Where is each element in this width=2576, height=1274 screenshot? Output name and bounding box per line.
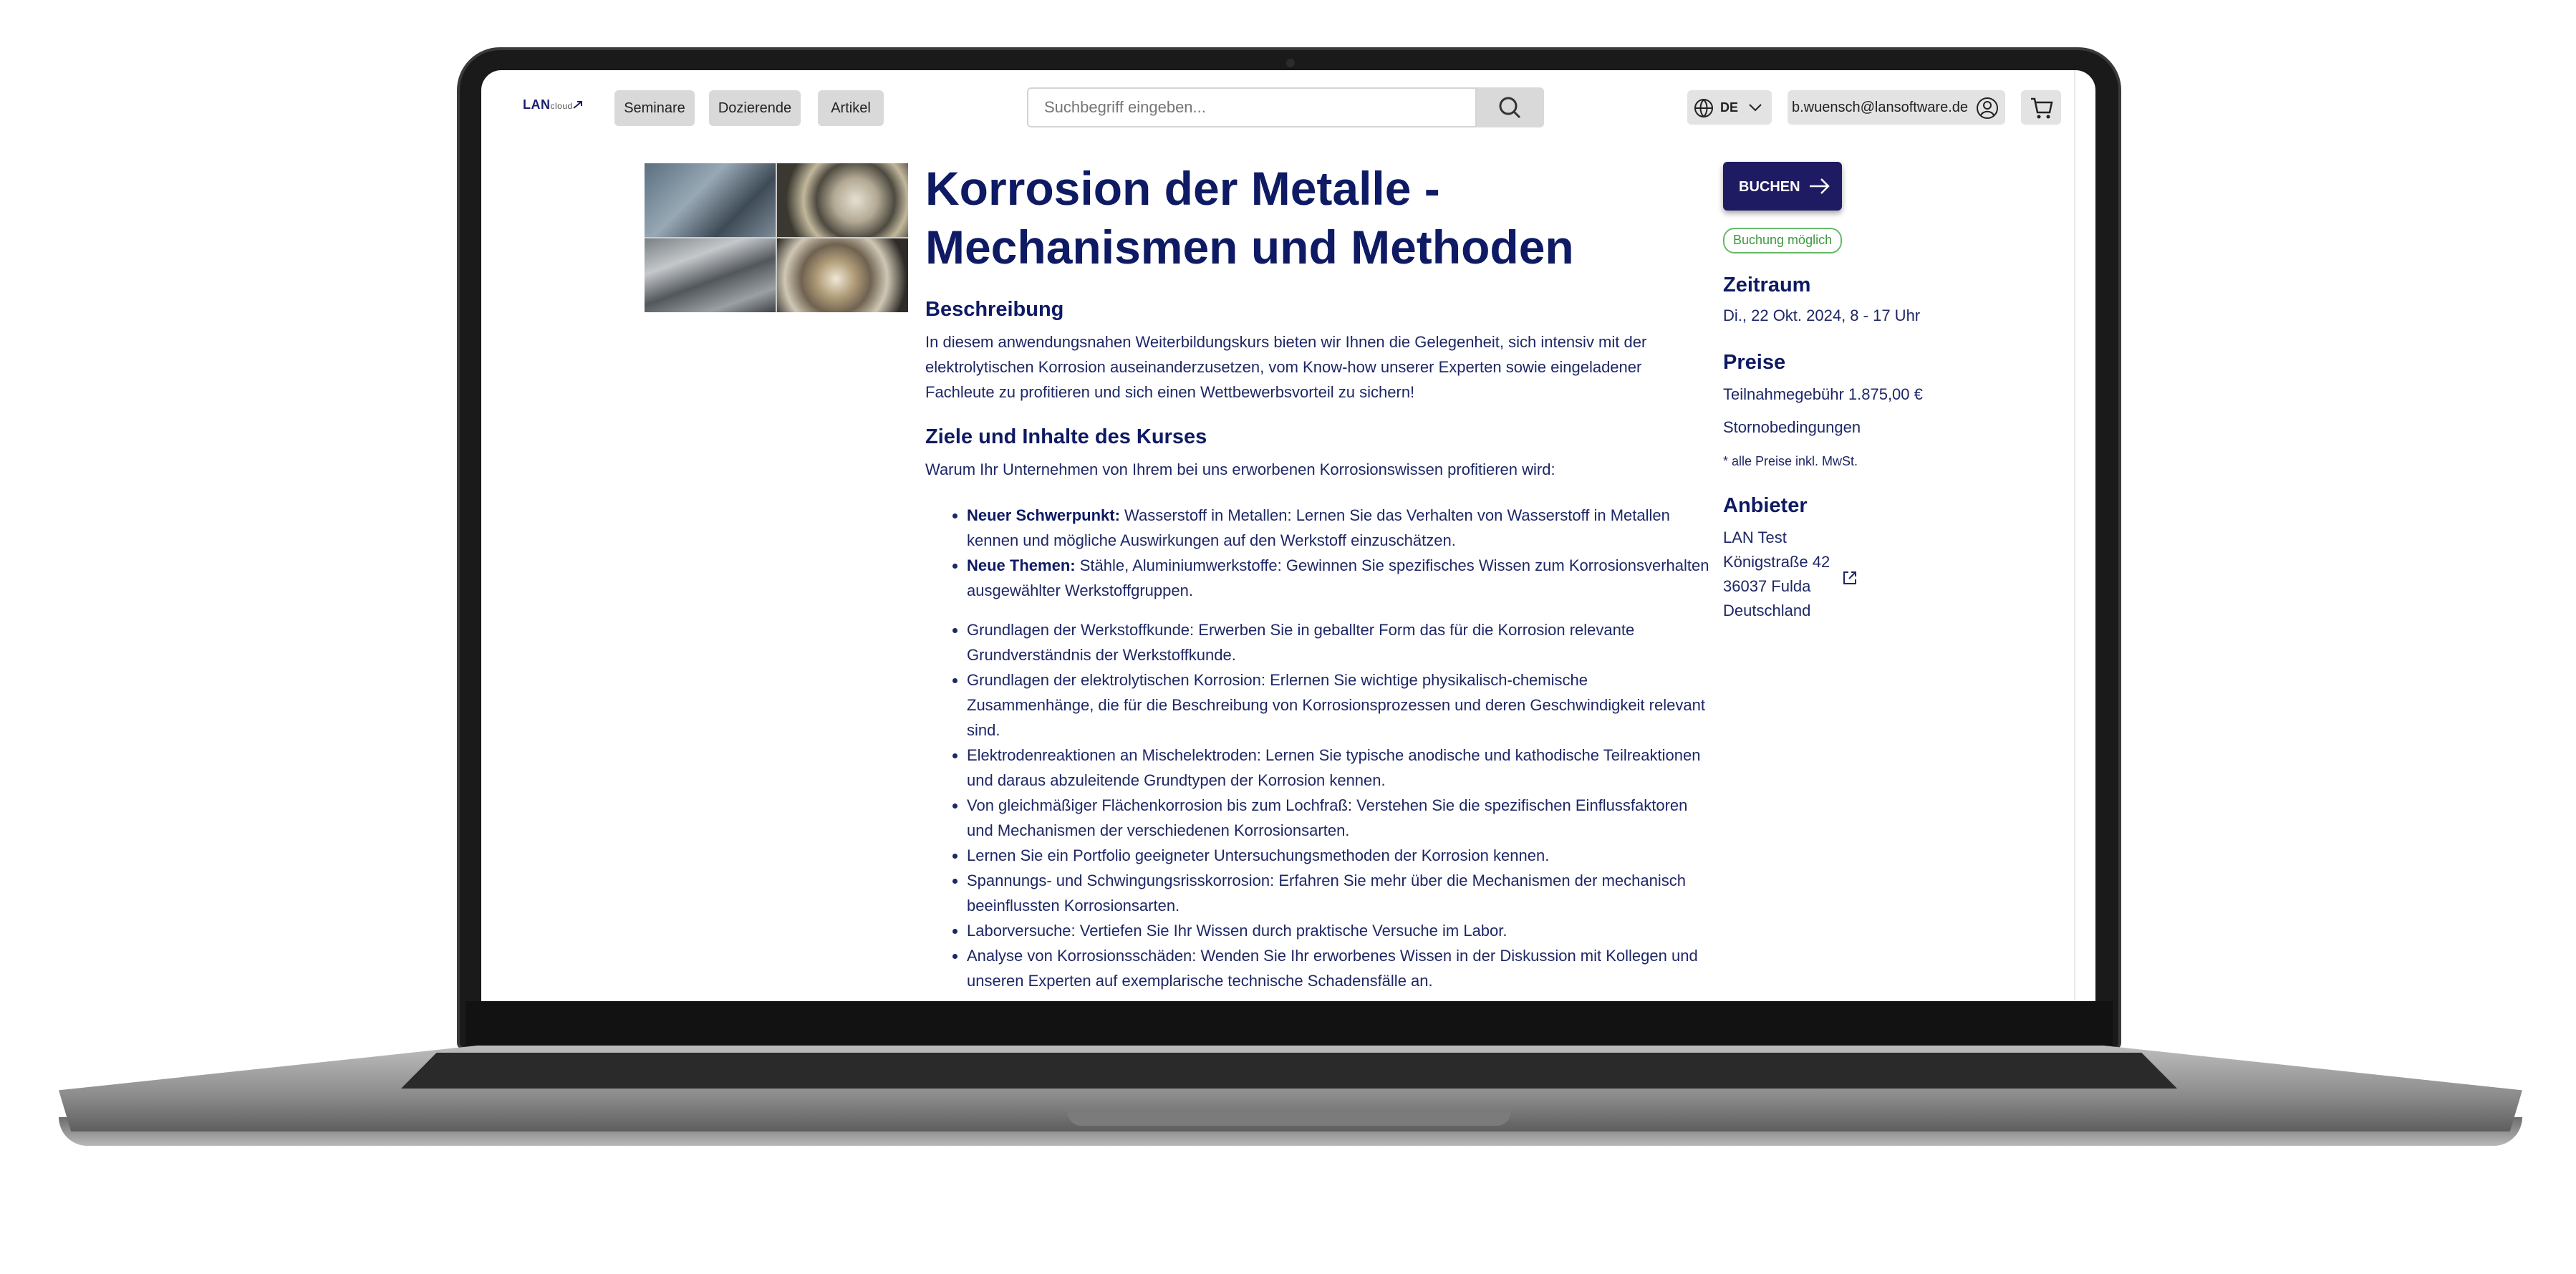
provider-city: 36037 Fulda xyxy=(1723,577,1811,595)
goals-heading: Ziele und Inhalte des Kurses xyxy=(925,425,1207,448)
site-header: LANcloud Seminare Dozierende Artikel DE … xyxy=(481,70,2095,163)
prices-heading: Preise xyxy=(1723,351,1786,374)
status-badge: Buchung möglich xyxy=(1723,228,1843,254)
list-item: Spannungs- und Schwingungsrisskorrosion:… xyxy=(967,868,1712,918)
course-image xyxy=(645,163,908,312)
provider-street: Königstraße 42 xyxy=(1723,553,1830,571)
image-tile-factory xyxy=(645,163,776,237)
book-button-label: BUCHEN xyxy=(1739,179,1800,195)
list-item: Lernen Sie ein Portfolio geeigneter Unte… xyxy=(967,843,1712,868)
cart-button[interactable] xyxy=(2021,90,2061,125)
description-text: In diesem anwendungsnahen Weiterbildungs… xyxy=(925,333,1647,401)
goals-intro: Warum Ihr Unternehmen von Ihrem bei uns … xyxy=(925,460,1555,478)
list-item: Grundlagen der Werkstoffkunde: Erwerben … xyxy=(967,617,1712,667)
logo-arrow-icon xyxy=(573,101,582,109)
image-tile-pipes xyxy=(777,238,908,312)
list-item: Grundlagen der elektrolytischen Korrosio… xyxy=(967,667,1712,743)
list-item: Elektrodenreaktionen an Mischelektroden:… xyxy=(967,743,1712,793)
user-icon xyxy=(1977,97,1998,119)
provider-name: LAN Test xyxy=(1723,529,1787,546)
highlight-label: Neue Themen: xyxy=(967,556,1076,574)
chevron-down-icon xyxy=(1749,104,1762,112)
nav-dozierende[interactable]: Dozierende xyxy=(709,90,801,126)
highlights-list: Neuer Schwerpunkt: Wasserstoff in Metall… xyxy=(925,503,1712,603)
user-account-button[interactable]: b.wuensch@lansoftware.de xyxy=(1788,90,2005,125)
search-icon xyxy=(1499,97,1521,119)
vat-note: * alle Preise inkl. MwSt. xyxy=(1723,454,1858,468)
screen-bezel-bottom xyxy=(465,1001,2113,1046)
language-switcher[interactable]: DE xyxy=(1687,90,1772,125)
description-heading: Beschreibung xyxy=(925,298,1064,321)
search-button[interactable] xyxy=(1477,87,1544,127)
list-item: Von gleichmäßiger Flächenkorrosion bis z… xyxy=(967,793,1712,843)
cancellation-link[interactable]: Stornobedingungen xyxy=(1723,415,1861,440)
globe-icon xyxy=(1694,99,1713,118)
camera-icon xyxy=(1286,59,1295,67)
image-tile-metal xyxy=(645,238,776,312)
period-value: Di., 22 Okt. 2024, 8 - 17 Uhr xyxy=(1723,307,1921,324)
logo-sub: cloud xyxy=(550,101,573,111)
browser-screen: LANcloud Seminare Dozierende Artikel DE … xyxy=(481,70,2095,1001)
highlight-label: Neuer Schwerpunkt: xyxy=(967,506,1120,524)
highlight-text: Stähle, Aluminiumwerkstoffe: Gewinnen Si… xyxy=(967,556,1709,599)
book-button[interactable]: BUCHEN xyxy=(1723,162,1842,211)
image-tile-gears xyxy=(777,163,908,237)
course-title: Korrosion der Metalle - Mechanismen und … xyxy=(925,162,1574,274)
fee-value: Teilnahmegebühr 1.875,00 € xyxy=(1723,385,1923,403)
arrow-right-icon xyxy=(1810,178,1830,194)
search-input[interactable] xyxy=(1027,87,1477,127)
site-logo[interactable]: LANcloud xyxy=(523,97,583,112)
language-label: DE xyxy=(1720,100,1739,115)
page-right-border xyxy=(2074,70,2075,1001)
list-item: Analyse von Korrosionsschäden: Wenden Si… xyxy=(967,943,1712,993)
list-item: Neue Themen: Stähle, Aluminiumwerkstoffe… xyxy=(967,553,1712,603)
cart-icon xyxy=(2031,97,2053,119)
nav-artikel[interactable]: Artikel xyxy=(818,90,884,126)
provider-heading: Anbieter xyxy=(1723,494,1808,517)
external-link-icon[interactable] xyxy=(1841,569,1859,587)
nav-seminare[interactable]: Seminare xyxy=(614,90,695,126)
provider-country: Deutschland xyxy=(1723,602,1811,619)
keyboard-edge xyxy=(401,1053,2177,1089)
list-item: Laborversuche: Vertiefen Sie Ihr Wissen … xyxy=(967,918,1712,943)
user-email: b.wuensch@lansoftware.de xyxy=(1792,100,1968,115)
contents-list: Grundlagen der Werkstoffkunde: Erwerben … xyxy=(925,617,1712,993)
laptop-notch xyxy=(1067,1111,1511,1126)
list-item: Neuer Schwerpunkt: Wasserstoff in Metall… xyxy=(967,503,1712,553)
period-heading: Zeitraum xyxy=(1723,274,1811,296)
logo-text: LAN xyxy=(523,97,551,112)
